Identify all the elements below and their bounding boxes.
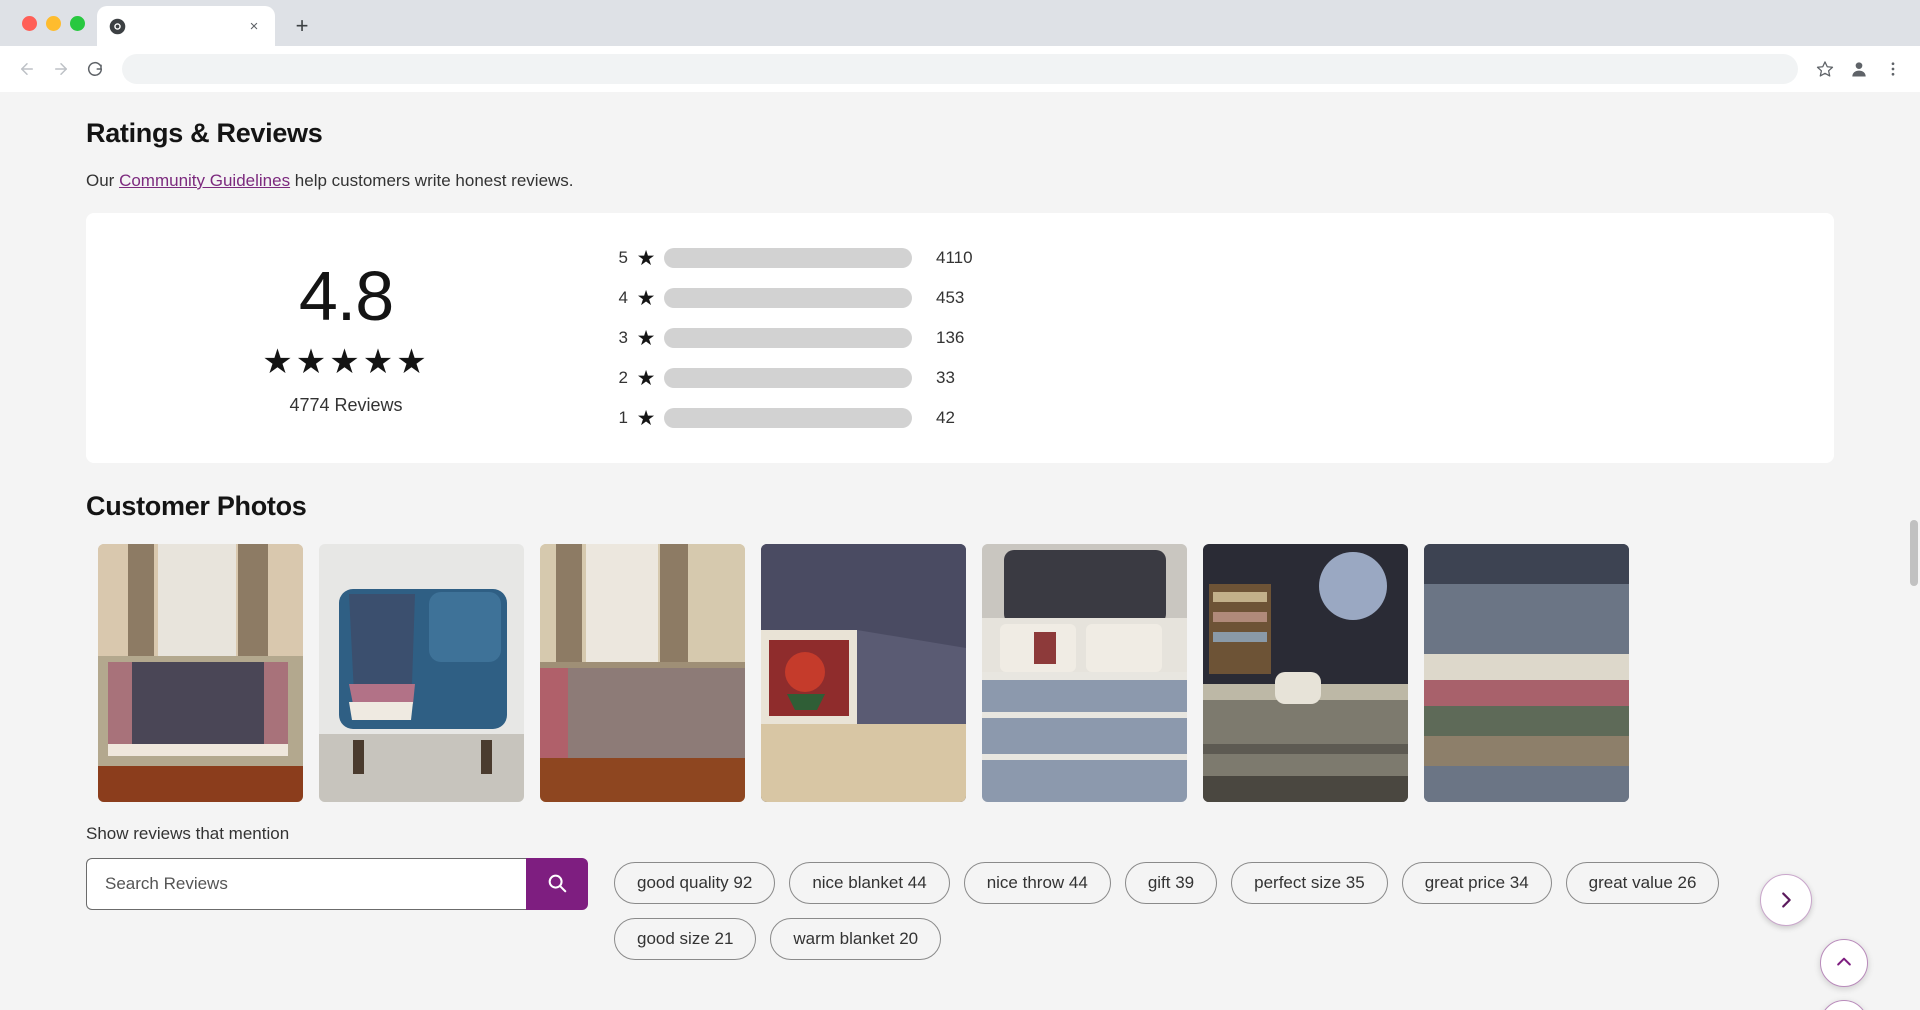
review-search [86, 858, 588, 910]
histogram-track [664, 408, 912, 428]
show-reviews-mention-label: Show reviews that mention [86, 824, 290, 843]
reviews-page: Ratings & Reviews Our Community Guidelin… [0, 118, 1920, 1010]
window-controls [12, 0, 97, 46]
customer-photo-thumbnail[interactable] [540, 544, 745, 802]
customer-photo-thumbnail[interactable] [319, 544, 524, 802]
histogram-count: 4110 [936, 248, 973, 267]
histogram-star-number: 3 [618, 328, 628, 347]
chevron-up-icon [1834, 952, 1854, 975]
guidelines-suffix: help customers write honest reviews. [290, 171, 574, 190]
page-viewport: Ratings & Reviews Our Community Guidelin… [0, 92, 1920, 1010]
browser-window: × + Ratings & Reviews Our Community Guid… [0, 0, 1920, 1010]
histogram-row[interactable]: 1 ★ 42 [606, 398, 1774, 438]
maximize-window-button[interactable] [70, 15, 85, 31]
profile-avatar-icon[interactable] [1844, 54, 1874, 84]
histogram-star-number: 1 [618, 408, 628, 427]
histogram-star-number: 2 [618, 368, 628, 387]
scroll-to-top-button[interactable] [1820, 939, 1868, 987]
guidelines-prefix: Our [86, 171, 120, 190]
chat-button[interactable] [1820, 1000, 1868, 1010]
star-icon: ★ [636, 326, 656, 350]
histogram-count: 33 [936, 368, 955, 387]
histogram-count: 453 [936, 288, 965, 307]
average-rating-value: 4.8 [298, 256, 394, 335]
histogram-track [664, 288, 912, 308]
search-input[interactable] [86, 858, 526, 910]
search-submit-button[interactable] [526, 858, 588, 910]
histogram-track [664, 368, 912, 388]
back-icon[interactable] [12, 54, 42, 84]
review-count-label: 4774 Reviews [289, 394, 403, 415]
mention-chip[interactable]: good size 21 [614, 918, 757, 960]
ratings-summary-card: 4.8 ★★★★★ 4774 Reviews 5 ★ 4110 4 ★ 453 … [86, 213, 1834, 463]
community-guidelines-link[interactable]: Community Guidelines [119, 171, 290, 190]
customer-photos-carousel[interactable] [98, 544, 1920, 802]
histogram-star-number: 4 [618, 288, 628, 307]
scrollbar-thumb[interactable] [1910, 520, 1918, 586]
histogram-row[interactable]: 2 ★ 33 [606, 358, 1774, 398]
rating-histogram: 5 ★ 4110 4 ★ 453 3 ★ 136 2 ★ 33 1 ★ 42 [606, 238, 1834, 438]
new-tab-button[interactable]: + [285, 9, 319, 43]
page-scrollbar[interactable] [1908, 118, 1920, 1010]
carousel-next-button[interactable] [1760, 874, 1812, 926]
address-bar[interactable] [122, 54, 1798, 84]
histogram-row[interactable]: 4 ★ 453 [606, 278, 1774, 318]
mention-chip[interactable]: gift 39 [1124, 862, 1218, 904]
customer-photo-thumbnail[interactable] [761, 544, 966, 802]
mention-chip[interactable]: great price 34 [1401, 862, 1552, 904]
mention-chip[interactable]: perfect size 35 [1231, 862, 1388, 904]
reload-icon[interactable] [80, 54, 110, 84]
star-icon: ★ [636, 366, 656, 390]
mention-chip[interactable]: nice blanket 44 [789, 862, 950, 904]
customer-photo-thumbnail[interactable] [1424, 544, 1629, 802]
customer-photo-thumbnail[interactable] [982, 544, 1187, 802]
mention-chip[interactable]: nice throw 44 [963, 862, 1111, 904]
minimize-window-button[interactable] [46, 15, 61, 31]
mention-chip-list: good quality 92 nice blanket 44 nice thr… [614, 858, 1858, 960]
tab-strip: × + [0, 0, 1920, 46]
mention-chip[interactable]: great value 26 [1565, 862, 1720, 904]
histogram-row[interactable]: 3 ★ 136 [606, 318, 1774, 358]
star-icon: ★ [636, 246, 656, 270]
average-rating-block: 4.8 ★★★★★ 4774 Reviews [86, 261, 606, 416]
histogram-star-number: 5 [618, 248, 628, 267]
browser-tab[interactable]: × [97, 6, 275, 46]
histogram-track [664, 248, 912, 268]
average-rating-stars-icon: ★★★★★ [262, 342, 430, 381]
mention-chip[interactable]: good quality 92 [614, 862, 776, 904]
histogram-count: 42 [936, 408, 955, 427]
chrome-logo-icon [107, 16, 127, 36]
bookmark-star-icon[interactable] [1810, 54, 1840, 84]
browser-toolbar [0, 46, 1920, 92]
mention-chip[interactable]: warm blanket 20 [770, 918, 942, 960]
search-icon [546, 872, 568, 897]
forward-icon[interactable] [46, 54, 76, 84]
page-title: Ratings & Reviews [86, 118, 323, 148]
star-icon: ★ [636, 286, 656, 310]
histogram-count: 136 [936, 328, 965, 347]
community-guidelines-text: Our Community Guidelines help customers … [86, 171, 1920, 191]
customer-photos-heading: Customer Photos [86, 491, 307, 521]
close-icon[interactable]: × [243, 15, 265, 37]
close-window-button[interactable] [22, 15, 37, 31]
review-filter-row: good quality 92 nice blanket 44 nice thr… [86, 858, 1920, 960]
customer-photo-thumbnail[interactable] [1203, 544, 1408, 802]
customer-photo-thumbnail[interactable] [98, 544, 303, 802]
star-icon: ★ [636, 406, 656, 430]
histogram-track [664, 328, 912, 348]
browser-menu-icon[interactable] [1878, 54, 1908, 84]
histogram-row[interactable]: 5 ★ 4110 [606, 238, 1774, 278]
